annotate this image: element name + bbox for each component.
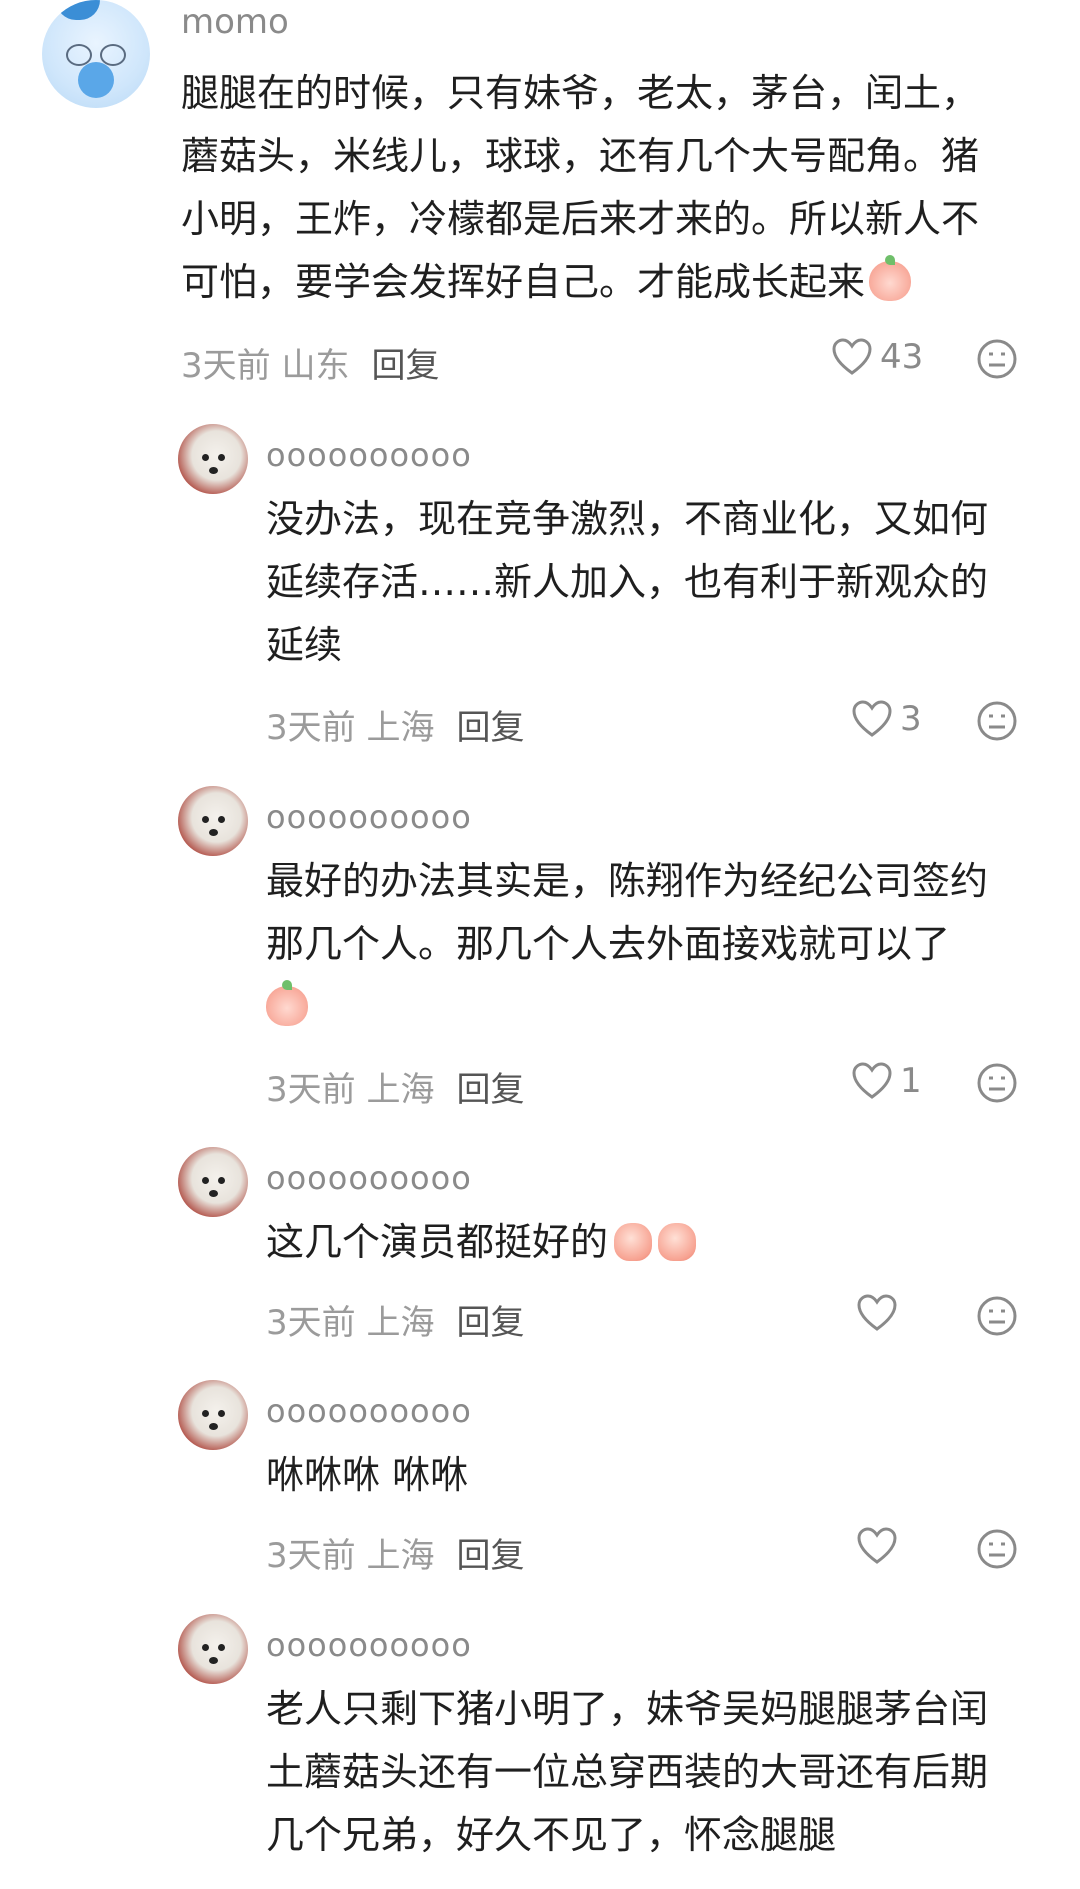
avatar[interactable] (178, 1147, 248, 1217)
heart-outline-icon (857, 1527, 897, 1564)
like-button[interactable] (857, 1527, 897, 1565)
thumbs-up-emoji (614, 1223, 653, 1261)
reply-item: oooooooooo 咻咻咻 咻咻 (178, 1380, 1058, 1540)
time-location: 3天前 上海 (266, 1303, 435, 1343)
neutral-face-icon[interactable] (976, 1528, 1018, 1570)
whale-hat-icon (56, 0, 100, 20)
avatar[interactable] (178, 424, 248, 494)
username[interactable]: oooooooooo (266, 436, 472, 474)
comment-text: 腿腿在的时候，只有妹爷，老太，茅台，闰土， 蘑菇头，米线儿，球球，还有几个大号配… (181, 71, 980, 304)
username[interactable]: momo (181, 2, 289, 42)
like-count: 3 (900, 699, 922, 739)
heart-outline-icon (857, 1294, 897, 1331)
username[interactable]: oooooooooo (266, 1626, 472, 1664)
bottle-icon (78, 62, 114, 98)
comment-text: 最好的办法其实是，陈翔作为经纪公司签约 那几个人。那几个人去外面接戏就可以了 (266, 850, 1046, 1039)
username[interactable]: oooooooooo (266, 1392, 472, 1430)
comment-text: 没办法，现在竞争激烈，不商业化，又如何 延续存活……新人加入，也有利于新观众的 … (266, 497, 989, 667)
thumbs-up-emoji (658, 1223, 697, 1261)
heart-outline-icon (852, 1062, 892, 1099)
comment-text: 咻咻咻 咻咻 (266, 1453, 469, 1497)
username[interactable]: oooooooooo (266, 798, 472, 836)
like-count: 1 (900, 1061, 922, 1101)
like-count: 43 (880, 337, 924, 377)
comment-text: 老人只剩下猪小明了，妹爷吴妈腿腿茅台闰 土蘑菇头还有一位总穿西装的大哥还有后期 … (266, 1687, 989, 1857)
comment-meta: 3天前 上海 回复 (266, 1528, 524, 1577)
avatar[interactable] (178, 1614, 248, 1684)
reply-item: oooooooooo 这几个演员都挺好的 (178, 1147, 1058, 1307)
time-location: 3天前 上海 (266, 1536, 435, 1576)
neutral-face-icon[interactable] (976, 700, 1018, 742)
peach-shy-emoji (266, 980, 308, 1026)
reply-item: oooooooooo 老人只剩下猪小明了，妹爷吴妈腿腿茅台闰 土蘑菇头还有一位总… (178, 1614, 1058, 1889)
avatar[interactable] (178, 1380, 248, 1450)
avatar[interactable] (178, 786, 248, 856)
like-button[interactable]: 3 (852, 699, 922, 739)
avatar[interactable] (42, 0, 150, 108)
time-location: 3天前 上海 (266, 1070, 435, 1110)
like-button[interactable] (857, 1294, 897, 1332)
neutral-face-icon[interactable] (976, 1295, 1018, 1337)
like-button[interactable]: 43 (832, 337, 923, 377)
time-location: 3天前 上海 (266, 708, 435, 748)
comment-meta: 3天前 上海 回复 (266, 1295, 524, 1344)
heart-outline-icon (852, 700, 892, 737)
neutral-face-icon[interactable] (976, 1062, 1018, 1104)
reply-button[interactable]: 回复 (456, 1070, 524, 1110)
reply-button[interactable]: 回复 (456, 1536, 524, 1576)
comment-meta: 3天前 上海 回复 (266, 1062, 524, 1111)
reply-item: oooooooooo 最好的办法其实是，陈翔作为经纪公司签约 那几个人。那几个人… (178, 786, 1058, 1086)
reply-button[interactable]: 回复 (371, 346, 439, 386)
comment-text: 这几个演员都挺好的 (266, 1211, 1046, 1274)
reply-item: oooooooooo 没办法，现在竞争激烈，不商业化，又如何 延续存活……新人加… (178, 424, 1058, 744)
like-button[interactable]: 1 (852, 1061, 922, 1101)
peach-smile-emoji (869, 255, 912, 301)
username[interactable]: oooooooooo (266, 1159, 472, 1197)
glasses-icon (66, 44, 126, 66)
reply-button[interactable]: 回复 (456, 708, 524, 748)
comment-meta: 3天前 上海 回复 (266, 700, 524, 749)
comment-meta: 3天前 山东 回复 (181, 338, 439, 387)
comment-thread: momo 腿腿在的时候，只有妹爷，老太，茅台，闰土， 蘑菇头，米线儿，球球，还有… (0, 0, 1080, 1889)
neutral-face-icon[interactable] (976, 338, 1018, 380)
time-location: 3天前 山东 (181, 346, 350, 386)
heart-outline-icon (832, 338, 872, 375)
reply-button[interactable]: 回复 (456, 1303, 524, 1343)
